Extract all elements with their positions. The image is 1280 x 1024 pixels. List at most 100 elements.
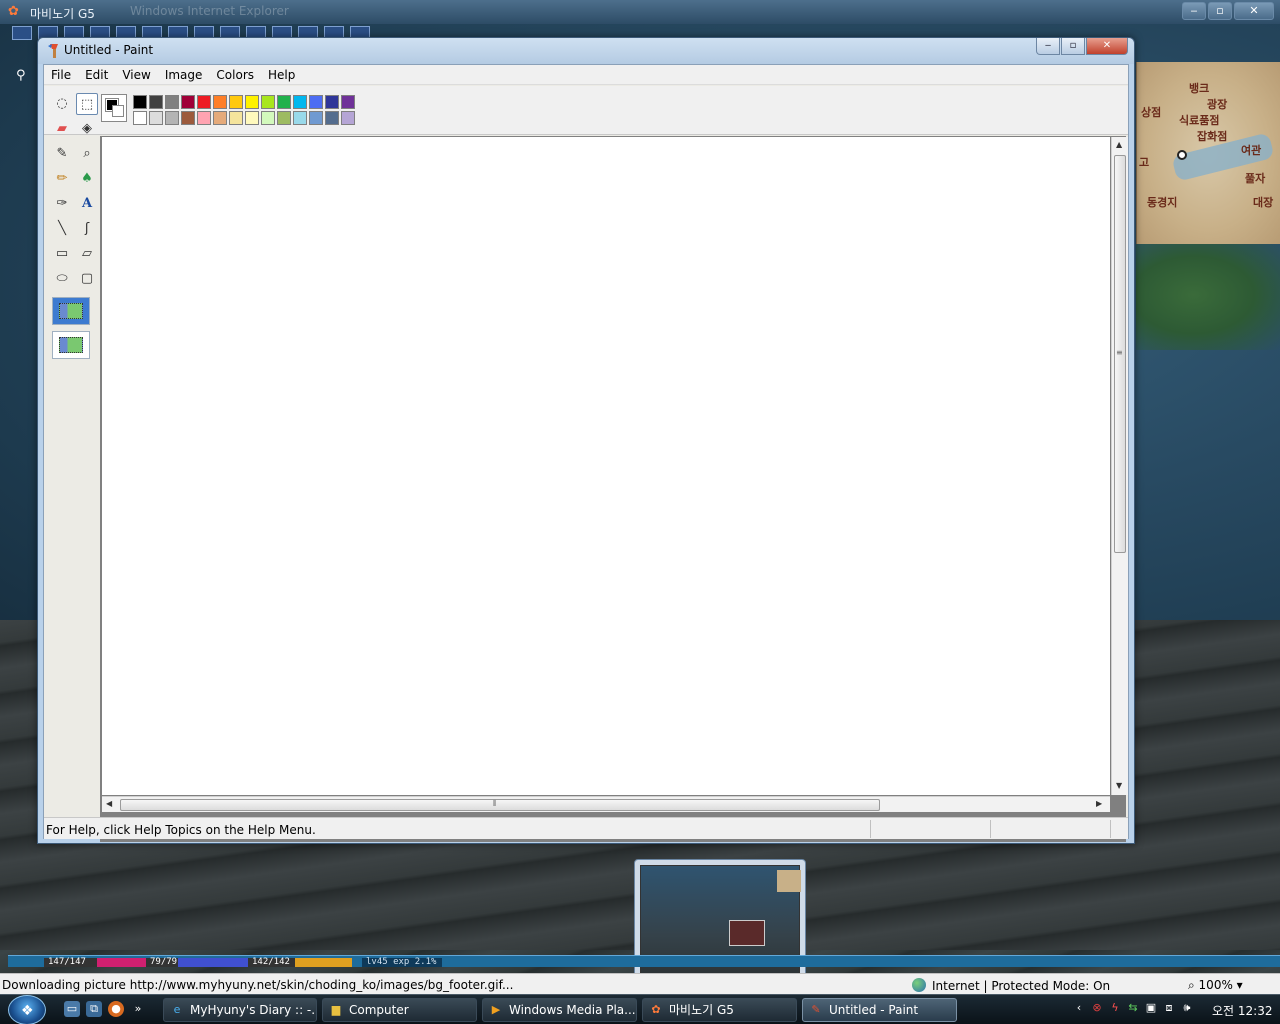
curve-icon[interactable]: ʃ [76, 218, 98, 240]
more-chevron-icon[interactable]: » [130, 1001, 146, 1017]
taskbar-item-label: Untitled - Paint [829, 1003, 919, 1017]
pencil-icon[interactable]: ✏ [51, 168, 73, 190]
minimap[interactable]: 뱅크 광장 식료품점 잡화점 여관 동경지 풀자 대장 상점 고 [1136, 62, 1280, 244]
taskbar-thumbnail-preview[interactable] [634, 859, 806, 989]
transparent-selection-option[interactable] [52, 331, 90, 359]
free-form-select-icon[interactable]: ◌ [51, 93, 73, 115]
menu-help[interactable]: Help [261, 65, 302, 84]
tray-expand-icon[interactable]: ‹ [1072, 1000, 1086, 1016]
color-swatch[interactable] [149, 95, 163, 109]
flash-icon[interactable]: ϟ [1108, 1000, 1122, 1016]
paint-titlebar[interactable]: Untitled - Paint ‒ ▫ ✕ [38, 38, 1134, 64]
eraser-icon[interactable]: ▰ [51, 118, 73, 140]
opaque-selection-option[interactable] [52, 297, 90, 325]
ie-zoom-control[interactable]: ⌕ 100% ▾ [1188, 978, 1243, 993]
drawing-canvas[interactable] [102, 137, 1110, 795]
scroll-right-icon[interactable]: ▶ [1096, 799, 1102, 808]
color-swatch[interactable] [245, 95, 259, 109]
clock[interactable]: 오전 12:32 [1212, 1002, 1272, 1019]
color-swatch[interactable] [261, 111, 275, 125]
color-swatch[interactable] [133, 95, 147, 109]
rounded-rectangle-icon[interactable]: ▢ [76, 268, 98, 290]
game-grass [1136, 240, 1280, 350]
volume-icon[interactable]: 🕪 [1180, 1000, 1194, 1016]
color-swatch[interactable] [325, 95, 339, 109]
color-swatch[interactable] [197, 111, 211, 125]
line-icon[interactable]: ╲ [51, 218, 73, 240]
color-swatch[interactable] [213, 95, 227, 109]
scroll-down-icon[interactable]: ▼ [1116, 781, 1122, 790]
color-swatch[interactable] [293, 111, 307, 125]
ie-maximize-button[interactable]: ▫ [1208, 2, 1232, 20]
color-swatch[interactable] [229, 95, 243, 109]
brush-icon[interactable]: ♠ [76, 168, 98, 190]
color-swatch[interactable] [341, 95, 355, 109]
color-swatch[interactable] [229, 111, 243, 125]
scroll-left-icon[interactable]: ◀ [106, 799, 112, 808]
color-swatch[interactable] [165, 95, 179, 109]
ie-minimize-button[interactable]: ‒ [1182, 2, 1206, 20]
firefox-icon[interactable]: ● [108, 1001, 124, 1017]
menu-edit[interactable]: Edit [78, 65, 115, 84]
person-icon[interactable]: ⚲ [16, 68, 30, 84]
menu-colors[interactable]: Colors [209, 65, 261, 84]
color-swatch[interactable] [325, 111, 339, 125]
color-swatch[interactable] [181, 95, 195, 109]
color-swatch[interactable] [133, 111, 147, 125]
map-label: 풀자 [1245, 172, 1266, 185]
polygon-icon[interactable]: ▱ [76, 243, 98, 265]
text-icon[interactable]: A [76, 193, 98, 215]
rectangle-icon[interactable]: ▭ [51, 243, 73, 265]
color-swatch[interactable] [277, 95, 291, 109]
paint-close-button[interactable]: ✕ [1086, 38, 1128, 55]
fill-icon[interactable]: ◈ [76, 118, 98, 140]
security-icon[interactable]: ⊗ [1090, 1000, 1104, 1016]
ie-security-zone[interactable]: Internet | Protected Mode: On [912, 978, 1110, 993]
color-swatch[interactable] [293, 95, 307, 109]
menu-file[interactable]: File [44, 65, 78, 84]
menu-view[interactable]: View [115, 65, 157, 84]
color-swatch[interactable] [261, 95, 275, 109]
color-swatch[interactable] [181, 111, 195, 125]
horizontal-scroll-thumb[interactable]: ⦀ [120, 799, 880, 811]
airbrush-icon[interactable]: ✑ [51, 193, 73, 215]
menu-image[interactable]: Image [158, 65, 210, 84]
paint-maximize-button[interactable]: ▫ [1061, 38, 1085, 55]
pick-color-icon[interactable]: ✎ [51, 143, 73, 165]
vertical-scrollbar[interactable]: ▲ ≡ ▼ [1111, 137, 1128, 795]
horizontal-scrollbar[interactable]: ◀ ⦀ ▶ [102, 796, 1110, 812]
select-icon[interactable]: ⬚ [76, 93, 98, 115]
taskbar-item-media-player[interactable]: ▶ Windows Media Pla... [482, 998, 637, 1022]
ie-close-button[interactable]: ✕ [1234, 2, 1274, 20]
color-swatch[interactable] [341, 111, 355, 125]
color-swatch[interactable] [149, 111, 163, 125]
update-icon[interactable]: ⇆ [1126, 1000, 1140, 1016]
color-swatch[interactable] [277, 111, 291, 125]
color-swatch[interactable] [309, 95, 323, 109]
magnifier-icon[interactable]: ⌕ [76, 143, 98, 165]
scroll-up-icon[interactable]: ▲ [1116, 140, 1122, 149]
show-desktop-icon[interactable]: ▭ [64, 1001, 80, 1017]
background-color[interactable] [112, 105, 124, 117]
color-swatch[interactable] [165, 111, 179, 125]
display-icon[interactable]: ▣ [1144, 1000, 1158, 1016]
ellipse-icon[interactable]: ⬭ [51, 268, 73, 290]
paint-window: Untitled - Paint ‒ ▫ ✕ File Edit View Im… [37, 37, 1135, 844]
start-button[interactable]: ❖ [8, 995, 46, 1024]
color-swatch[interactable] [213, 111, 227, 125]
current-colors[interactable] [101, 94, 127, 122]
taskbar-item-computer[interactable]: ▆ Computer [322, 998, 477, 1022]
taskbar-item-diary[interactable]: e MyHyuny's Diary :: -... [163, 998, 317, 1022]
player-marker-icon [1177, 150, 1187, 160]
taskbar-item-mabinogi[interactable]: ✿ 마비노기 G5 [642, 998, 797, 1022]
network-icon[interactable]: ⧈ [1162, 1000, 1176, 1016]
paint-minimize-button[interactable]: ‒ [1036, 38, 1060, 55]
color-swatch[interactable] [309, 111, 323, 125]
hud-slot[interactable] [12, 26, 32, 40]
status-separator [870, 820, 871, 838]
taskbar-item-paint[interactable]: ✎ Untitled - Paint [802, 998, 957, 1022]
color-swatch[interactable] [245, 111, 259, 125]
switch-windows-icon[interactable]: ⧉ [86, 1001, 102, 1017]
color-swatch[interactable] [197, 95, 211, 109]
vertical-scroll-thumb[interactable]: ≡ [1114, 155, 1126, 553]
